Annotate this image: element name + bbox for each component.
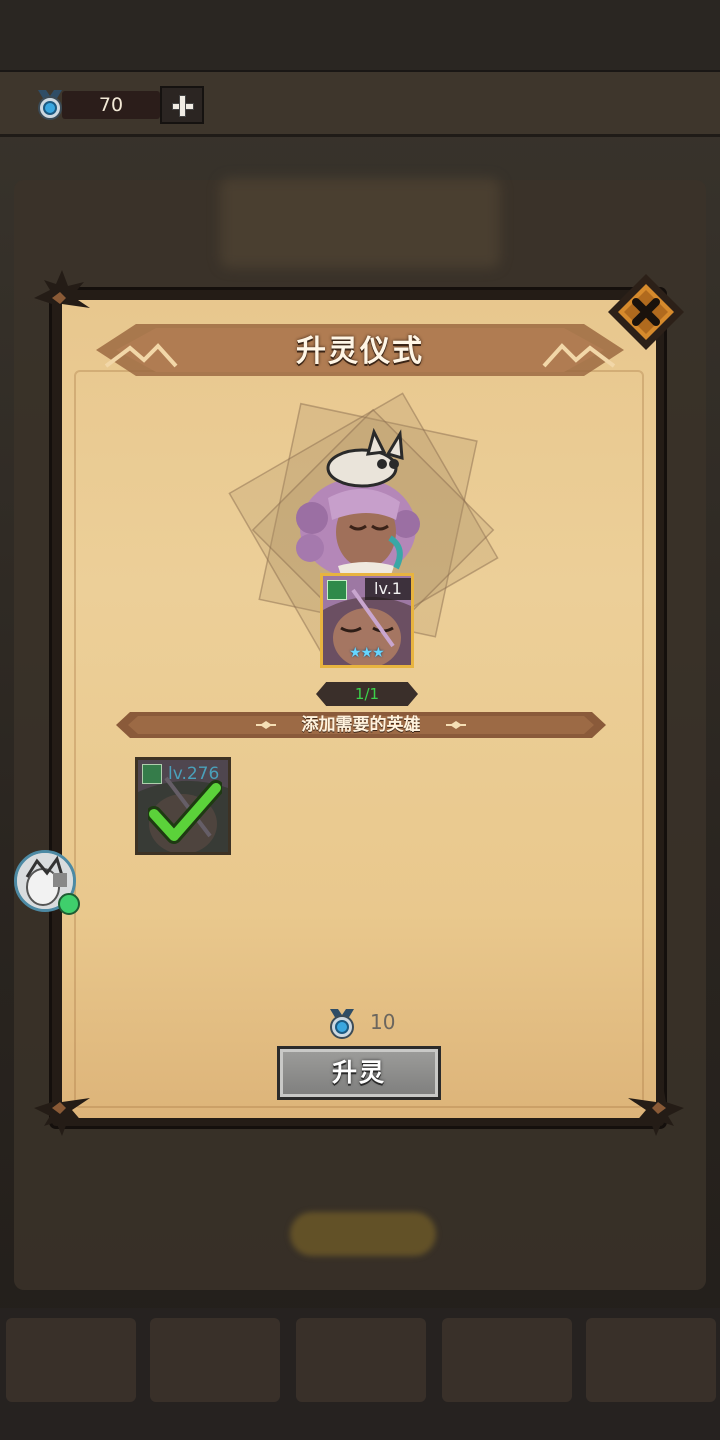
online-status-dot — [58, 893, 80, 915]
background-button — [290, 1212, 436, 1256]
hero-level: lv.1 — [365, 578, 411, 600]
plus-icon[interactable] — [160, 86, 204, 124]
frame-corner-ornament — [34, 1080, 90, 1136]
dialog-title: 升灵仪式 — [296, 334, 424, 369]
target-hero-card[interactable]: lv.1 ★★★ — [320, 573, 414, 668]
bow-class-icon — [327, 580, 347, 600]
frame-corner-ornament — [34, 270, 90, 326]
nav-tab-2 — [150, 1318, 280, 1402]
upgrade-button-label: 升灵 — [331, 1058, 386, 1087]
frame-corner-ornament — [628, 1080, 684, 1136]
nav-tab-5 — [586, 1318, 716, 1402]
nav-tab-3 — [296, 1318, 426, 1402]
cost-value: 10 — [370, 1010, 396, 1034]
background-title — [220, 178, 500, 268]
hero-portrait — [296, 428, 420, 584]
resource-value: 70 — [98, 94, 124, 116]
hero-stars: ★★★ — [349, 645, 385, 661]
close-icon[interactable] — [606, 272, 686, 352]
checkmark-icon — [148, 780, 222, 844]
medal-gem-icon — [330, 1009, 354, 1039]
section-label: 添加需要的英雄 — [301, 715, 421, 735]
selected-count: 1/1 — [354, 685, 380, 703]
nav-tab-4 — [442, 1318, 572, 1402]
nav-tab-1 — [6, 1318, 136, 1402]
top-bar — [0, 0, 720, 72]
material-hero-card[interactable]: lv.276 — [135, 757, 231, 855]
